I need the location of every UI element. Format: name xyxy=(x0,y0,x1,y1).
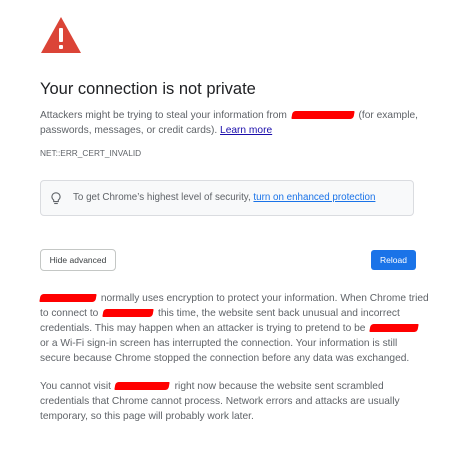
explanation-text-start: Attackers might be trying to steal your … xyxy=(40,110,290,121)
reload-button[interactable]: Reload xyxy=(371,250,416,270)
details-text-4: You cannot visit xyxy=(40,381,114,392)
warning-triangle-icon xyxy=(41,17,81,53)
details-text-3: or a Wi-Fi sign-in screen has interrupte… xyxy=(40,338,410,364)
error-code: NET::ERR_CERT_INVALID xyxy=(40,148,142,158)
details-paragraph-encryption: normally uses encryption to protect your… xyxy=(39,291,430,366)
redacted-site-name xyxy=(369,324,419,332)
details-paragraph-unavailable: You cannot visit right now because the w… xyxy=(40,379,430,424)
security-interstitial-page: Your connection is not private Attackers… xyxy=(0,0,474,451)
hide-advanced-button[interactable]: Hide advanced xyxy=(40,249,116,271)
redacted-site-name xyxy=(39,294,97,302)
lightbulb-icon xyxy=(51,192,61,205)
enhanced-protection-message: To get Chrome’s highest level of securit… xyxy=(73,192,375,203)
redacted-site-name xyxy=(114,382,170,390)
enhanced-protection-text: To get Chrome’s highest level of securit… xyxy=(73,192,254,203)
learn-more-link[interactable]: Learn more xyxy=(220,125,272,136)
page-title: Your connection is not private xyxy=(40,80,256,98)
enhanced-protection-link[interactable]: turn on enhanced protection xyxy=(253,192,375,203)
enhanced-protection-banner: To get Chrome’s highest level of securit… xyxy=(40,180,414,216)
error-explanation: Attackers might be trying to steal your … xyxy=(40,108,430,138)
redacted-site-name xyxy=(102,309,154,317)
redacted-site-name xyxy=(290,111,355,119)
